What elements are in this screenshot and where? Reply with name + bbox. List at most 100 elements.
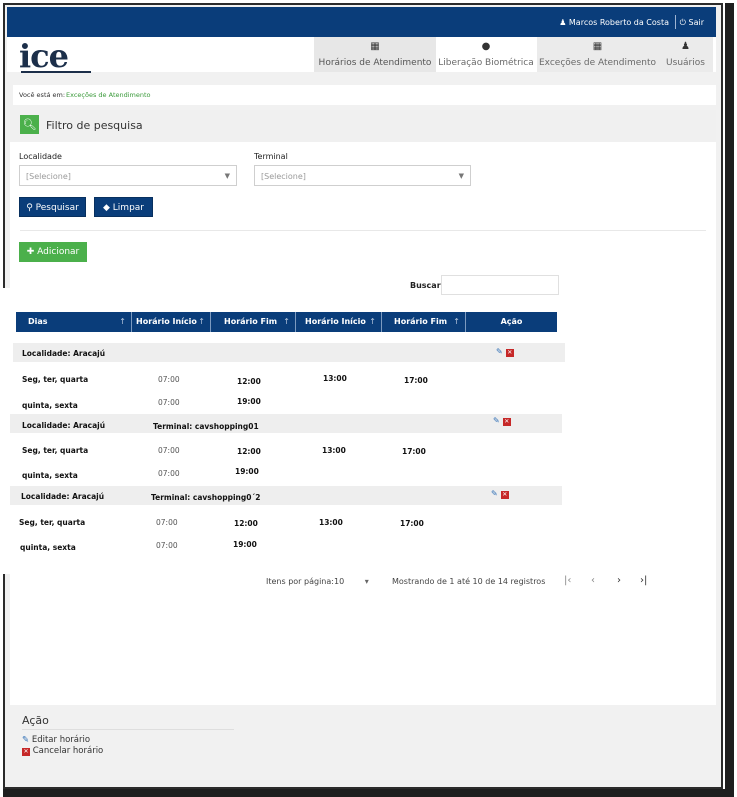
row-actions: ✎ ✕ (493, 416, 511, 426)
plus-icon: ✚ (26, 247, 35, 257)
cell-inicio: 07:00 (158, 398, 180, 407)
add-button[interactable]: ✚ Adicionar (19, 242, 87, 262)
nav-label: Liberação Biométrica (438, 58, 534, 68)
chevron-down-icon: ▼ (224, 172, 230, 180)
th-label: Horário Fim (394, 317, 448, 326)
delete-icon[interactable]: ✕ (502, 418, 511, 426)
nav-label: Horários de Atendimento (318, 58, 432, 68)
th-dias[interactable]: Dias ↑ (16, 312, 132, 332)
cell-dias: Seg, ter, quarta (22, 446, 89, 455)
row-actions: ✎ ✕ (491, 489, 509, 499)
chevron-down-icon: ▼ (458, 172, 464, 180)
th-label: Horário Início (305, 317, 366, 326)
legend-edit-label: Editar horário (31, 735, 91, 745)
next-page-icon[interactable]: › (617, 575, 621, 586)
breadcrumb-current[interactable]: Exceções de Atendimento (66, 91, 151, 99)
sort-icon: ↑ (369, 317, 376, 326)
th-horario-fim-1[interactable]: Horário Fim ↑ (211, 312, 296, 332)
user-menu[interactable]: ♟ Marcos Roberto da Costa (559, 18, 669, 27)
items-per-page-select[interactable]: 10 ▾ (334, 577, 369, 586)
last-page-icon[interactable]: ›| (640, 575, 647, 586)
nav-excecoes-atendimento[interactable]: ▦ Exceções de Atendimento (537, 37, 658, 72)
items-per-page-value: 10 (334, 577, 345, 586)
edit-icon[interactable]: ✎ (491, 489, 498, 498)
cell-inicio: 13:00 (323, 374, 347, 383)
localidade-value: [Selecione] (26, 172, 71, 181)
sort-icon: ↑ (453, 317, 460, 326)
cell-fim: 17:00 (400, 519, 424, 528)
breadcrumb: Você está em: Exceções de Atendimento (13, 85, 716, 105)
delete-icon[interactable]: ✕ (500, 491, 509, 499)
user-icon: ♟ (681, 41, 690, 52)
clear-button[interactable]: ◆ Limpar (94, 197, 153, 217)
group-row: Localidade: Aracajú Terminal: cavshoppin… (10, 486, 562, 505)
cell-dias: quinta, sexta (22, 471, 78, 480)
sort-icon: ↑ (119, 317, 126, 326)
th-horario-fim-2[interactable]: Horário Fim ↑ (382, 312, 466, 332)
nav-liberacao-biometrica[interactable]: ● Liberação Biométrica (436, 37, 536, 72)
buscar-input[interactable] (441, 275, 559, 295)
first-page-icon[interactable]: |‹ (564, 575, 571, 586)
th-acao: Ação (466, 312, 557, 332)
th-horario-inicio-2[interactable]: Horário Início ↑ (296, 312, 382, 332)
legend-cancel: ✕ Cancelar horário (22, 746, 103, 756)
calendar-icon: ▦ (370, 41, 380, 52)
search-icon: ⚲ (26, 203, 33, 213)
terminal-select[interactable]: [Selecione] ▼ (254, 165, 471, 186)
delete-icon: ✕ (22, 748, 30, 756)
frame-shadow-bottom (3, 789, 734, 797)
localidade-label: Localidade (19, 152, 62, 161)
cell-fim: 17:00 (404, 376, 428, 385)
cell-inicio: 07:00 (158, 446, 180, 455)
prev-page-icon[interactable]: ‹ (591, 575, 595, 586)
row-actions: ✎ ✕ (496, 347, 514, 357)
th-label: Horário Fim (224, 317, 278, 326)
group-terminal: Terminal: cavshopping01 (153, 422, 259, 431)
group-localidade: Localidade: Aracajú (22, 421, 106, 430)
legend-edit: ✎ Editar horário (22, 735, 90, 745)
clear-button-label: Limpar (112, 203, 144, 213)
edit-icon: ✎ (22, 735, 30, 745)
eraser-icon: ◆ (102, 203, 110, 213)
legend-panel: Ação ✎ Editar horário ✕ Cancelar horário (10, 705, 716, 777)
search-button[interactable]: ⚲ Pesquisar (19, 197, 86, 217)
group-row: Localidade: Aracajú (13, 343, 565, 362)
nav-horarios-atendimento[interactable]: ▦ Horários de Atendimento (314, 37, 436, 72)
calendar-icon: ▦ (592, 41, 603, 52)
sort-icon: ↑ (283, 317, 290, 326)
user-name: Marcos Roberto da Costa (568, 18, 669, 27)
search-icon: 🔍︎ (20, 115, 39, 134)
filter-title: Filtro de pesquisa (46, 119, 143, 132)
cell-fim: 19:00 (233, 540, 257, 549)
search-button-label: Pesquisar (35, 203, 79, 213)
group-row: Localidade: Aracajú Terminal: cavshoppin… (10, 414, 562, 433)
header: ice ▦ Horários de Atendimento ● Liberaçã… (7, 37, 716, 75)
legend-title: Ação (22, 714, 49, 727)
cell-dias: quinta, sexta (22, 401, 78, 410)
logo[interactable]: ice (19, 37, 91, 75)
edit-icon[interactable]: ✎ (496, 347, 503, 356)
legend-divider (22, 729, 234, 730)
logout-link[interactable]: ⏻ Sair (680, 18, 704, 28)
nav-usuarios[interactable]: ♟ Usuários (658, 37, 713, 72)
nav-label: Usuários (666, 58, 705, 68)
terminal-value: [Selecione] (261, 172, 306, 181)
th-horario-inicio-1[interactable]: Horário Início ↑ (132, 312, 211, 332)
breadcrumb-prefix: Você está em: (19, 91, 66, 99)
cell-inicio: 07:00 (158, 375, 180, 384)
cell-fim: 19:00 (235, 467, 259, 476)
main-panel: 🔍︎ Filtro de pesquisa Localidade [Seleci… (10, 110, 716, 705)
sort-icon: ↑ (198, 317, 205, 326)
th-label: Horário Início (136, 317, 197, 326)
range-text: Mostrando de 1 até 10 de 14 registros (392, 577, 546, 586)
user-icon: ♟ (559, 18, 567, 27)
edge-stripe (0, 288, 10, 574)
cell-inicio: 07:00 (156, 518, 178, 527)
delete-icon[interactable]: ✕ (505, 349, 514, 357)
group-localidade: Localidade: Aracajú (22, 349, 106, 358)
localidade-select[interactable]: [Selecione] ▼ (19, 165, 237, 186)
terminal-label: Terminal (254, 152, 288, 161)
buscar-label: Buscar (410, 281, 441, 290)
edit-icon[interactable]: ✎ (493, 416, 500, 425)
divider (20, 230, 706, 231)
